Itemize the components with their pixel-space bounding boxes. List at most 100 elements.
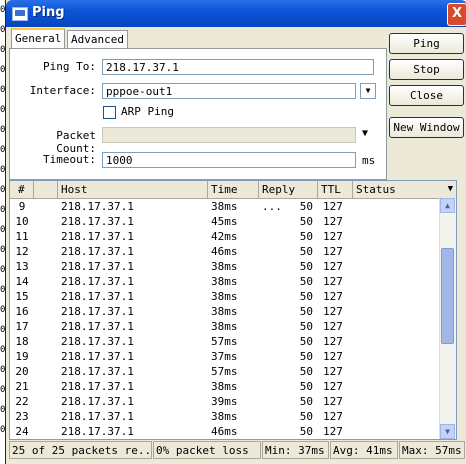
status-loss: 0% packet loss [153, 441, 261, 459]
cell-n: 22 [15, 395, 29, 408]
scroll-down-icon[interactable]: ▼ [440, 424, 455, 439]
cell-ttl: 127 [323, 335, 343, 348]
arp-ping-label: ARP Ping [121, 105, 174, 118]
interface-dropdown-icon[interactable]: ▼ [360, 83, 376, 99]
cell-reply: 50 [299, 380, 313, 393]
cell-reply: 50 [299, 215, 313, 228]
cell-status [353, 424, 440, 439]
tab-advanced[interactable]: Advanced [67, 30, 128, 49]
cell-ttl: 127 [323, 410, 343, 423]
column-status[interactable]: Status [353, 181, 456, 198]
cell-status [353, 244, 440, 259]
timeout-unit: ms [362, 154, 376, 167]
table-row[interactable]: 22 218.17.37.1 39ms 50 127 [10, 394, 456, 409]
table-row[interactable]: 15 218.17.37.1 38ms 50 127 [10, 289, 456, 304]
cell-n: 14 [15, 275, 29, 288]
cell-n: 11 [15, 230, 29, 243]
column-time[interactable]: Time [208, 181, 259, 198]
interface-label: Interface: [29, 84, 96, 97]
status-max: Max: 57ms [399, 441, 465, 459]
table-row[interactable]: 17 218.17.37.1 38ms 50 127 [10, 319, 456, 334]
close-button[interactable]: Close [389, 85, 464, 106]
cell-n: 24 [15, 425, 29, 438]
cell-time: 38ms [211, 200, 238, 213]
column-blank[interactable] [34, 181, 58, 198]
cell-ttl: 127 [323, 275, 343, 288]
cell-host: 218.17.37.1 [61, 215, 134, 228]
cell-status [353, 349, 440, 364]
cell-host: 218.17.37.1 [61, 350, 134, 363]
cell-n: 15 [15, 290, 29, 303]
cell-time: 37ms [211, 350, 238, 363]
table-row[interactable]: 18 218.17.37.1 57ms 50 127 [10, 334, 456, 349]
ping-results-table: # Host Time Reply ... TTL Status ▼ 9 218.… [9, 180, 457, 440]
table-row[interactable]: 14 218.17.37.1 38ms 50 127 [10, 274, 456, 289]
table-row[interactable]: 11 218.17.37.1 42ms 50 127 [10, 229, 456, 244]
column-reply[interactable]: Reply ... [259, 181, 318, 213]
ping-to-field[interactable]: 218.17.37.1 [102, 59, 374, 75]
table-row[interactable]: 10 218.17.37.1 45ms 50 127 [10, 214, 456, 229]
cell-n: 12 [15, 245, 29, 258]
cell-status [353, 319, 440, 334]
cell-host: 218.17.37.1 [61, 200, 134, 213]
close-window-button[interactable]: X [447, 3, 466, 26]
cell-reply: 50 [299, 200, 313, 213]
tab-general[interactable]: General [11, 28, 66, 50]
cell-ttl: 127 [323, 320, 343, 333]
cell-ttl: 127 [323, 425, 343, 438]
table-row[interactable]: 19 218.17.37.1 37ms 50 127 [10, 349, 456, 364]
packet-count-dropdown-icon[interactable]: ▼ [362, 128, 368, 139]
new-window-button[interactable]: New Window [389, 117, 464, 138]
table-row[interactable]: 23 218.17.37.1 38ms 50 127 [10, 409, 456, 424]
cell-ttl: 127 [323, 350, 343, 363]
cell-time: 38ms [211, 380, 238, 393]
cell-host: 218.17.37.1 [61, 320, 134, 333]
table-row[interactable]: 13 218.17.37.1 38ms 50 127 [10, 259, 456, 274]
vertical-scrollbar[interactable]: ▲ ▼ [439, 198, 456, 439]
cell-host: 218.17.37.1 [61, 230, 134, 243]
table-row[interactable]: 9 218.17.37.1 38ms 50 127 [10, 199, 456, 214]
ping-button[interactable]: Ping [389, 33, 464, 54]
cell-ttl: 127 [323, 365, 343, 378]
column-number[interactable]: # [10, 181, 34, 198]
table-row[interactable]: 24 218.17.37.1 46ms 50 127 [10, 424, 456, 439]
table-row[interactable]: 12 218.17.37.1 46ms 50 127 [10, 244, 456, 259]
cell-time: 57ms [211, 335, 238, 348]
cell-reply: 50 [299, 260, 313, 273]
stop-button[interactable]: Stop [389, 59, 464, 80]
cell-n: 13 [15, 260, 29, 273]
table-row[interactable]: 20 218.17.37.1 57ms 50 127 [10, 364, 456, 379]
cell-status [353, 334, 440, 349]
scroll-up-icon[interactable]: ▲ [440, 198, 455, 213]
cell-reply: 50 [299, 335, 313, 348]
cell-host: 218.17.37.1 [61, 395, 134, 408]
table-row[interactable]: 21 218.17.37.1 38ms 50 127 [10, 379, 456, 394]
packet-count-field[interactable] [102, 127, 356, 143]
cell-reply: 50 [299, 245, 313, 258]
cell-host: 218.17.37.1 [61, 305, 134, 318]
cell-ttl: 127 [323, 305, 343, 318]
cell-status [353, 409, 440, 424]
cell-host: 218.17.37.1 [61, 260, 134, 273]
cell-host: 218.17.37.1 [61, 275, 134, 288]
cell-reply: 50 [299, 395, 313, 408]
scroll-thumb[interactable] [441, 248, 454, 344]
cell-time: 46ms [211, 245, 238, 258]
cell-reply: 50 [299, 410, 313, 423]
timeout-field[interactable]: 1000 [102, 152, 356, 168]
column-menu-icon[interactable]: ▼ [448, 181, 453, 198]
status-bar: 25 of 25 packets re... 0% packet loss Mi… [9, 441, 466, 460]
table-row[interactable]: 16 218.17.37.1 38ms 50 127 [10, 304, 456, 319]
cell-reply: 50 [299, 275, 313, 288]
cell-n: 10 [15, 215, 29, 228]
column-ttl[interactable]: TTL [318, 181, 353, 198]
cell-time: 38ms [211, 305, 238, 318]
cell-host: 218.17.37.1 [61, 380, 134, 393]
cell-host: 218.17.37.1 [61, 365, 134, 378]
column-host[interactable]: Host [58, 181, 208, 198]
interface-field[interactable]: pppoe-out1 [102, 83, 356, 99]
window-icon [12, 7, 28, 21]
title-bar[interactable]: Ping X [6, 0, 466, 27]
cell-time: 38ms [211, 320, 238, 333]
arp-ping-checkbox[interactable] [103, 106, 116, 119]
